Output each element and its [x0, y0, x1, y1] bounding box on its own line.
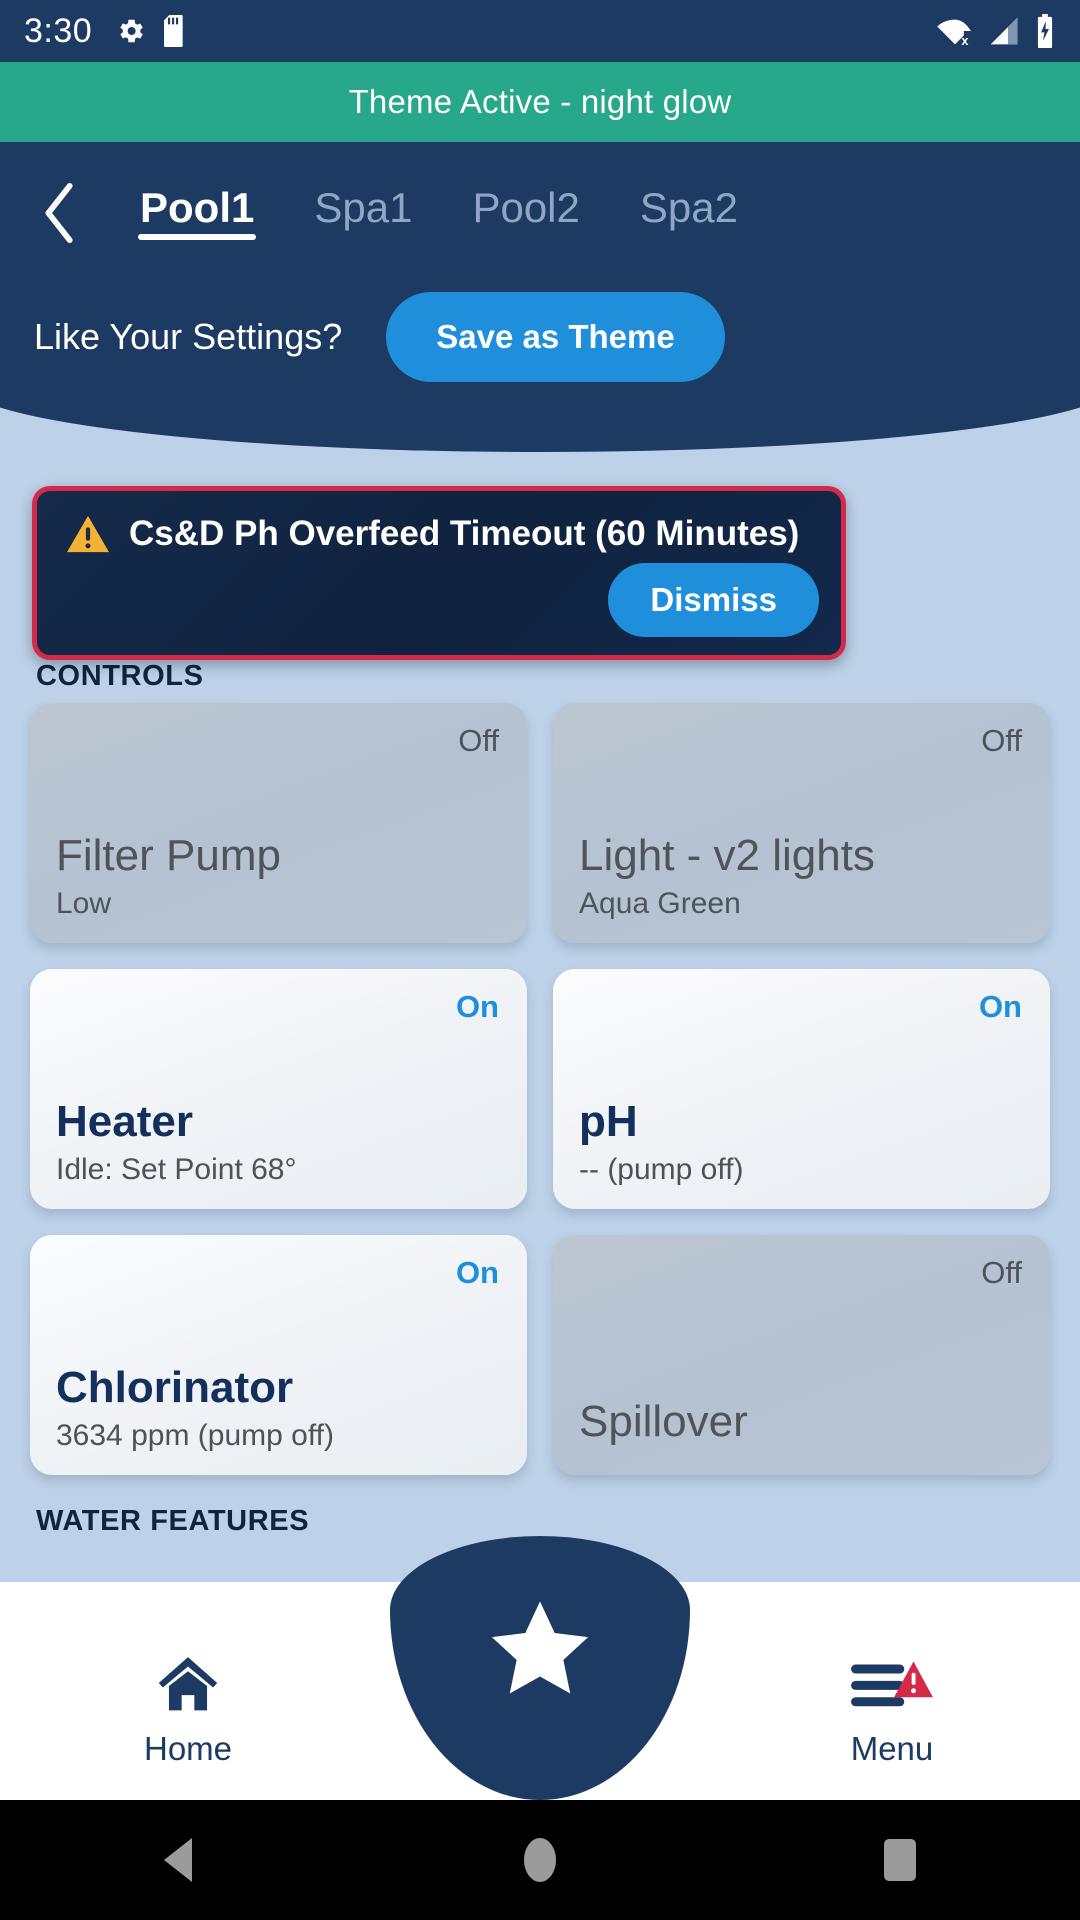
app-header: Pool1 Spa1 Pool2 Spa2 Like Your Settings…: [0, 142, 1080, 452]
control-card-subtitle: 3634 ppm (pump off): [56, 1419, 334, 1452]
sd-card-icon: [164, 15, 188, 47]
control-card-subtitle: Low: [56, 887, 112, 920]
control-card-subtitle: Idle: Set Point 68°: [56, 1153, 297, 1186]
home-circle-icon: [524, 1838, 556, 1882]
status-badge: Off: [981, 723, 1022, 758]
android-back-button[interactable]: [120, 1800, 240, 1920]
android-recents-button[interactable]: [840, 1800, 960, 1920]
home-icon: [158, 1657, 218, 1711]
control-card-subtitle: -- (pump off): [579, 1153, 744, 1186]
alert-message-row: Cs&D Ph Overfeed Timeout (60 Minutes): [65, 513, 819, 555]
status-bar-notification-icons: [116, 15, 188, 47]
nav-item-label: Home: [143, 1730, 233, 1767]
theme-banner-text: Theme Active - night glow: [348, 83, 732, 120]
wifi-off-icon: x: [936, 15, 974, 48]
nav-item-menu[interactable]: Menu: [762, 1654, 1022, 1768]
save-as-theme-button[interactable]: Save as Theme: [386, 292, 725, 382]
bottom-navigation-bar: Home Menu: [0, 1536, 1080, 1800]
control-card-filter-pump[interactable]: Off Filter Pump Low: [30, 703, 527, 943]
status-bar-system-icons: x: [936, 14, 1056, 48]
gear-icon: [116, 16, 146, 46]
status-badge: On: [455, 989, 499, 1024]
controls-section-label: CONTROLS: [36, 660, 204, 692]
status-badge: On: [455, 1255, 499, 1290]
recents-square-icon: [884, 1839, 916, 1881]
star-icon: [491, 1601, 589, 1694]
tab-label: Spa1: [314, 184, 413, 231]
status-badge: Off: [458, 723, 499, 758]
status-badge: On: [978, 989, 1022, 1024]
tab-label: Pool1: [140, 184, 255, 231]
like-your-settings-label: Like Your Settings?: [34, 316, 343, 357]
hamburger-menu-alert-icon: [849, 1654, 935, 1716]
chevron-left-icon: [45, 182, 73, 244]
control-card-title: Spillover: [579, 1396, 748, 1446]
water-features-section-label: WATER FEATURES: [36, 1505, 310, 1537]
android-status-bar: 3:30 x: [0, 0, 1080, 62]
battery-charging-icon: [1034, 14, 1056, 48]
control-card-heater[interactable]: On Heater Idle: Set Point 68°: [30, 969, 527, 1209]
control-card-subtitle: Aqua Green: [579, 887, 741, 920]
controls-grid: Off Filter Pump Low Off Light - v2 light…: [0, 703, 1080, 1475]
tab-pool2[interactable]: Pool2: [442, 166, 609, 240]
control-card-light-v2-lights[interactable]: Off Light - v2 lights Aqua Green: [553, 703, 1050, 943]
tab-spa2[interactable]: Spa2: [610, 166, 768, 240]
body-tabs[interactable]: Pool1 Spa1 Pool2 Spa2: [110, 166, 910, 266]
favorites-notch[interactable]: [390, 1536, 690, 1800]
app-screen: 3:30 x Theme Active - night glow Pool1 S…: [0, 0, 1080, 1920]
android-home-button[interactable]: [480, 1800, 600, 1920]
status-badge: Off: [981, 1255, 1022, 1290]
tab-pool1[interactable]: Pool1: [110, 166, 284, 240]
control-card-title: Light - v2 lights: [579, 830, 875, 880]
warning-triangle-icon: [65, 513, 111, 555]
control-card-chlorinator[interactable]: On Chlorinator 3634 ppm (pump off): [30, 1235, 527, 1475]
tab-label: Spa2: [639, 184, 738, 231]
theme-active-banner: Theme Active - night glow: [0, 62, 1080, 142]
tab-spa1[interactable]: Spa1: [284, 166, 442, 240]
control-card-title: Filter Pump: [56, 830, 281, 880]
nav-item-label: Menu: [850, 1730, 934, 1767]
dismiss-button[interactable]: Dismiss: [608, 563, 819, 637]
android-navigation-bar: [0, 1800, 1080, 1920]
main-content: CONTROLS Off Filter Pump Low Off Light -…: [0, 660, 1080, 1660]
tab-label: Pool2: [472, 184, 580, 231]
control-card-ph[interactable]: On pH -- (pump off): [553, 969, 1050, 1209]
cellular-signal-icon: [988, 16, 1020, 46]
alert-message-text: Cs&D Ph Overfeed Timeout (60 Minutes): [129, 514, 800, 553]
back-button[interactable]: [30, 180, 90, 246]
save-theme-row: Like Your Settings? Save as Theme: [0, 287, 1080, 387]
control-card-spillover[interactable]: Off Spillover: [553, 1235, 1050, 1475]
alert-banner: Cs&D Ph Overfeed Timeout (60 Minutes) Di…: [32, 486, 846, 660]
svg-text:x: x: [961, 34, 968, 47]
control-card-title: Heater: [56, 1096, 193, 1146]
back-triangle-icon: [164, 1838, 192, 1882]
control-card-title: Chlorinator: [56, 1362, 294, 1412]
status-bar-clock: 3:30: [24, 11, 93, 50]
nav-item-home[interactable]: Home: [58, 1654, 318, 1768]
control-card-title: pH: [579, 1096, 638, 1146]
